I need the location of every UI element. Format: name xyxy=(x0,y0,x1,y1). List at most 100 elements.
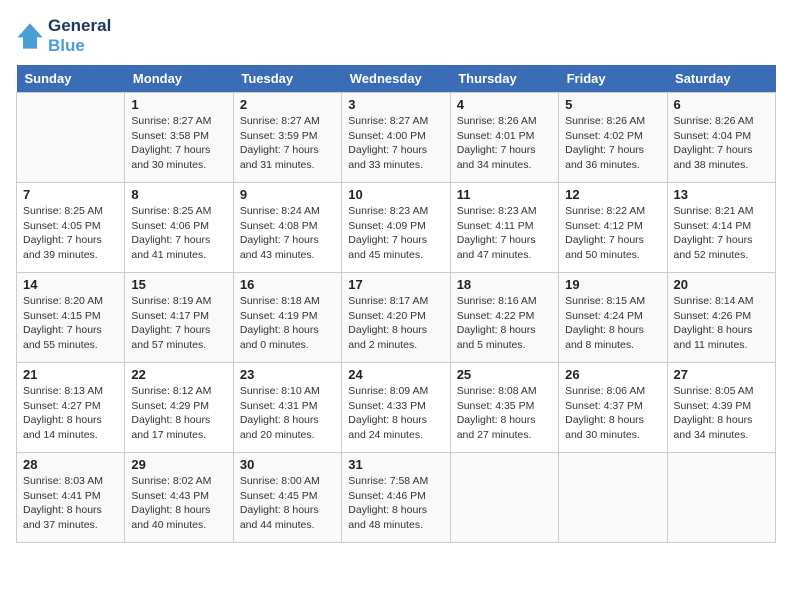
day-info: Sunrise: 8:02 AMSunset: 4:43 PMDaylight:… xyxy=(131,474,226,533)
calendar-cell: 5 Sunrise: 8:26 AMSunset: 4:02 PMDayligh… xyxy=(559,93,667,183)
calendar-cell: 23 Sunrise: 8:10 AMSunset: 4:31 PMDaylig… xyxy=(233,363,341,453)
weekday-header-monday: Monday xyxy=(125,65,233,93)
day-number: 13 xyxy=(674,187,769,202)
calendar-cell: 3 Sunrise: 8:27 AMSunset: 4:00 PMDayligh… xyxy=(342,93,450,183)
day-info: Sunrise: 8:25 AMSunset: 4:05 PMDaylight:… xyxy=(23,204,118,263)
calendar-table: SundayMondayTuesdayWednesdayThursdayFrid… xyxy=(16,65,776,543)
day-info: Sunrise: 8:17 AMSunset: 4:20 PMDaylight:… xyxy=(348,294,443,353)
calendar-cell: 1 Sunrise: 8:27 AMSunset: 3:58 PMDayligh… xyxy=(125,93,233,183)
calendar-cell: 12 Sunrise: 8:22 AMSunset: 4:12 PMDaylig… xyxy=(559,183,667,273)
day-number: 29 xyxy=(131,457,226,472)
day-number: 3 xyxy=(348,97,443,112)
day-number: 27 xyxy=(674,367,769,382)
day-number: 21 xyxy=(23,367,118,382)
day-number: 17 xyxy=(348,277,443,292)
day-info: Sunrise: 8:08 AMSunset: 4:35 PMDaylight:… xyxy=(457,384,552,443)
day-number: 7 xyxy=(23,187,118,202)
day-number: 18 xyxy=(457,277,552,292)
logo-text-line1: General xyxy=(48,16,111,36)
weekday-header-friday: Friday xyxy=(559,65,667,93)
day-number: 15 xyxy=(131,277,226,292)
day-info: Sunrise: 8:05 AMSunset: 4:39 PMDaylight:… xyxy=(674,384,769,443)
calendar-cell: 29 Sunrise: 8:02 AMSunset: 4:43 PMDaylig… xyxy=(125,453,233,543)
day-info: Sunrise: 8:12 AMSunset: 4:29 PMDaylight:… xyxy=(131,384,226,443)
day-number: 22 xyxy=(131,367,226,382)
day-number: 25 xyxy=(457,367,552,382)
day-number: 10 xyxy=(348,187,443,202)
day-info: Sunrise: 8:19 AMSunset: 4:17 PMDaylight:… xyxy=(131,294,226,353)
day-info: Sunrise: 8:14 AMSunset: 4:26 PMDaylight:… xyxy=(674,294,769,353)
day-number: 4 xyxy=(457,97,552,112)
calendar-cell: 31 Sunrise: 7:58 AMSunset: 4:46 PMDaylig… xyxy=(342,453,450,543)
day-info: Sunrise: 8:25 AMSunset: 4:06 PMDaylight:… xyxy=(131,204,226,263)
day-number: 11 xyxy=(457,187,552,202)
day-number: 16 xyxy=(240,277,335,292)
day-number: 26 xyxy=(565,367,660,382)
day-info: Sunrise: 8:21 AMSunset: 4:14 PMDaylight:… xyxy=(674,204,769,263)
weekday-header-row: SundayMondayTuesdayWednesdayThursdayFrid… xyxy=(17,65,776,93)
day-number: 20 xyxy=(674,277,769,292)
week-row-4: 21 Sunrise: 8:13 AMSunset: 4:27 PMDaylig… xyxy=(17,363,776,453)
day-info: Sunrise: 8:18 AMSunset: 4:19 PMDaylight:… xyxy=(240,294,335,353)
day-info: Sunrise: 8:22 AMSunset: 4:12 PMDaylight:… xyxy=(565,204,660,263)
day-info: Sunrise: 8:26 AMSunset: 4:02 PMDaylight:… xyxy=(565,114,660,173)
week-row-1: 1 Sunrise: 8:27 AMSunset: 3:58 PMDayligh… xyxy=(17,93,776,183)
day-info: Sunrise: 8:23 AMSunset: 4:11 PMDaylight:… xyxy=(457,204,552,263)
week-row-3: 14 Sunrise: 8:20 AMSunset: 4:15 PMDaylig… xyxy=(17,273,776,363)
day-info: Sunrise: 8:23 AMSunset: 4:09 PMDaylight:… xyxy=(348,204,443,263)
day-info: Sunrise: 8:00 AMSunset: 4:45 PMDaylight:… xyxy=(240,474,335,533)
day-info: Sunrise: 7:58 AMSunset: 4:46 PMDaylight:… xyxy=(348,474,443,533)
day-number: 19 xyxy=(565,277,660,292)
calendar-cell: 17 Sunrise: 8:17 AMSunset: 4:20 PMDaylig… xyxy=(342,273,450,363)
calendar-cell: 10 Sunrise: 8:23 AMSunset: 4:09 PMDaylig… xyxy=(342,183,450,273)
weekday-header-wednesday: Wednesday xyxy=(342,65,450,93)
logo-text-line2: Blue xyxy=(48,36,111,56)
calendar-cell: 7 Sunrise: 8:25 AMSunset: 4:05 PMDayligh… xyxy=(17,183,125,273)
day-number: 23 xyxy=(240,367,335,382)
calendar-cell: 16 Sunrise: 8:18 AMSunset: 4:19 PMDaylig… xyxy=(233,273,341,363)
day-number: 6 xyxy=(674,97,769,112)
day-info: Sunrise: 8:15 AMSunset: 4:24 PMDaylight:… xyxy=(565,294,660,353)
day-info: Sunrise: 8:27 AMSunset: 4:00 PMDaylight:… xyxy=(348,114,443,173)
day-info: Sunrise: 8:20 AMSunset: 4:15 PMDaylight:… xyxy=(23,294,118,353)
day-number: 2 xyxy=(240,97,335,112)
day-number: 28 xyxy=(23,457,118,472)
day-info: Sunrise: 8:06 AMSunset: 4:37 PMDaylight:… xyxy=(565,384,660,443)
calendar-cell: 11 Sunrise: 8:23 AMSunset: 4:11 PMDaylig… xyxy=(450,183,558,273)
weekday-header-saturday: Saturday xyxy=(667,65,775,93)
calendar-cell: 27 Sunrise: 8:05 AMSunset: 4:39 PMDaylig… xyxy=(667,363,775,453)
day-info: Sunrise: 8:27 AMSunset: 3:59 PMDaylight:… xyxy=(240,114,335,173)
calendar-cell: 15 Sunrise: 8:19 AMSunset: 4:17 PMDaylig… xyxy=(125,273,233,363)
header: General Blue xyxy=(16,16,776,55)
day-number: 30 xyxy=(240,457,335,472)
day-info: Sunrise: 8:16 AMSunset: 4:22 PMDaylight:… xyxy=(457,294,552,353)
logo: General Blue xyxy=(16,16,111,55)
day-number: 24 xyxy=(348,367,443,382)
day-info: Sunrise: 8:27 AMSunset: 3:58 PMDaylight:… xyxy=(131,114,226,173)
calendar-cell: 8 Sunrise: 8:25 AMSunset: 4:06 PMDayligh… xyxy=(125,183,233,273)
calendar-cell: 20 Sunrise: 8:14 AMSunset: 4:26 PMDaylig… xyxy=(667,273,775,363)
calendar-cell: 26 Sunrise: 8:06 AMSunset: 4:37 PMDaylig… xyxy=(559,363,667,453)
calendar-cell: 13 Sunrise: 8:21 AMSunset: 4:14 PMDaylig… xyxy=(667,183,775,273)
day-number: 9 xyxy=(240,187,335,202)
day-info: Sunrise: 8:26 AMSunset: 4:04 PMDaylight:… xyxy=(674,114,769,173)
day-info: Sunrise: 8:24 AMSunset: 4:08 PMDaylight:… xyxy=(240,204,335,263)
calendar-cell: 9 Sunrise: 8:24 AMSunset: 4:08 PMDayligh… xyxy=(233,183,341,273)
calendar-cell: 21 Sunrise: 8:13 AMSunset: 4:27 PMDaylig… xyxy=(17,363,125,453)
weekday-header-tuesday: Tuesday xyxy=(233,65,341,93)
calendar-cell: 25 Sunrise: 8:08 AMSunset: 4:35 PMDaylig… xyxy=(450,363,558,453)
day-number: 1 xyxy=(131,97,226,112)
calendar-cell xyxy=(559,453,667,543)
day-number: 12 xyxy=(565,187,660,202)
calendar-cell: 18 Sunrise: 8:16 AMSunset: 4:22 PMDaylig… xyxy=(450,273,558,363)
calendar-cell: 19 Sunrise: 8:15 AMSunset: 4:24 PMDaylig… xyxy=(559,273,667,363)
day-number: 8 xyxy=(131,187,226,202)
day-number: 31 xyxy=(348,457,443,472)
calendar-cell: 2 Sunrise: 8:27 AMSunset: 3:59 PMDayligh… xyxy=(233,93,341,183)
calendar-cell xyxy=(667,453,775,543)
logo-icon xyxy=(16,22,44,50)
calendar-cell: 4 Sunrise: 8:26 AMSunset: 4:01 PMDayligh… xyxy=(450,93,558,183)
day-info: Sunrise: 8:03 AMSunset: 4:41 PMDaylight:… xyxy=(23,474,118,533)
weekday-header-thursday: Thursday xyxy=(450,65,558,93)
day-info: Sunrise: 8:13 AMSunset: 4:27 PMDaylight:… xyxy=(23,384,118,443)
